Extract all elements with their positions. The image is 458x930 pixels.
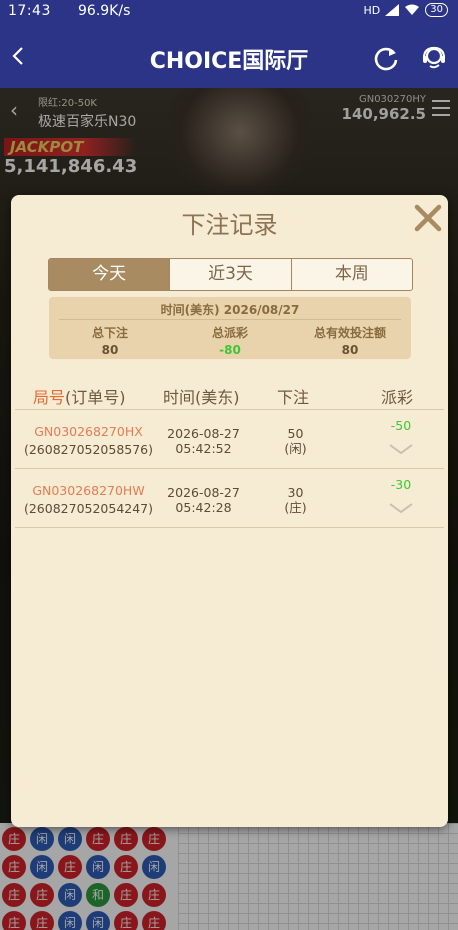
total-bet-label: 总下注: [91, 326, 128, 340]
bet-amount: 30: [287, 485, 304, 500]
column-round: 局号(订单号): [33, 384, 126, 408]
column-time: 时间(美东): [163, 388, 240, 407]
total-payout: 总派彩 -80: [170, 324, 290, 357]
valid-bet-value: 80: [341, 343, 359, 357]
network-speed: 96.9K/s: [78, 3, 131, 19]
bet-amount: 50: [287, 426, 304, 441]
bet-time: 05:42:52: [175, 441, 232, 456]
valid-bet-label: 总有效投注额: [313, 326, 386, 340]
column-order-label: (订单号): [65, 388, 126, 407]
app-header: CHOICE国际厅: [0, 24, 458, 88]
summary-date: 时间(美东) 2026/08/27: [160, 303, 300, 317]
time-cell: 2026-08-27 05:42:52: [151, 426, 256, 456]
date-range-tabs: 今天 近3天 本周: [48, 258, 413, 291]
bet-date: 2026-08-27: [167, 485, 240, 500]
column-payout: 派彩: [381, 388, 414, 407]
bet-time: 05:42:28: [175, 500, 232, 515]
round-cell: GN030268270HW (260827052054247): [11, 483, 166, 516]
tab-this-week[interactable]: 本周: [292, 259, 412, 290]
bet-record-dialog: 下注记录 今天 近3天 本周 时间(美东) 2026/08/27 总下注 80 …: [11, 195, 448, 827]
order-number: (260827052054247): [23, 501, 154, 516]
cell-signal-icon: [385, 4, 400, 16]
round-cell: GN030268270HX (260827052058576): [11, 424, 166, 457]
bet-cell: 30 (庄): [273, 485, 318, 515]
signal-icon: HD: [363, 3, 381, 17]
customer-service-icon[interactable]: [420, 44, 448, 72]
battery-icon: 30: [425, 3, 448, 17]
total-bet: 总下注 80: [50, 324, 170, 357]
system-icons: HD 30: [364, 3, 448, 17]
tab-today[interactable]: 今天: [49, 259, 171, 290]
bet-cell: 50 (闲): [273, 426, 318, 456]
round-id-text: GN030268270HW: [32, 483, 145, 498]
bet-side: (庄): [284, 500, 307, 515]
round-id-text: GN030268270HX: [34, 424, 143, 439]
column-bet: 下注: [277, 388, 310, 407]
summary-panel: 时间(美东) 2026/08/27 总下注 80 总派彩 -80 总有效投注额 …: [49, 297, 411, 359]
table-row[interactable]: GN030268270HX (260827052058576) 2026-08-…: [11, 410, 448, 468]
close-icon[interactable]: [411, 201, 445, 235]
table-row[interactable]: GN030268270HW (260827052054247) 2026-08-…: [11, 469, 448, 527]
clock: 17:43: [8, 3, 51, 19]
payout-value: -50: [390, 418, 412, 433]
chevron-down-icon[interactable]: [388, 501, 414, 515]
order-number: (260827052058576): [23, 442, 154, 457]
bet-date: 2026-08-27: [167, 426, 240, 441]
tab-last-3-days[interactable]: 近3天: [170, 259, 292, 290]
summary-divider: [59, 319, 401, 320]
refresh-icon[interactable]: [372, 44, 400, 72]
bet-side: (闲): [284, 441, 307, 456]
status-bar: 17:43 96.9K/s HD 30: [0, 0, 458, 24]
payout-value: -30: [390, 477, 412, 492]
column-round-label: 局号: [33, 388, 66, 407]
table-header: 局号(订单号) 时间(美东) 下注 派彩: [11, 381, 448, 411]
valid-bet: 总有效投注额 80: [290, 324, 410, 357]
dialog-title: 下注记录: [181, 211, 278, 239]
chevron-down-icon[interactable]: [388, 442, 414, 456]
row-divider: [15, 527, 444, 528]
total-payout-label: 总派彩: [211, 326, 248, 340]
total-bet-value: 80: [101, 343, 119, 357]
total-payout-value: -80: [219, 343, 241, 357]
wifi-icon: [405, 4, 420, 15]
time-cell: 2026-08-27 05:42:28: [151, 485, 256, 515]
